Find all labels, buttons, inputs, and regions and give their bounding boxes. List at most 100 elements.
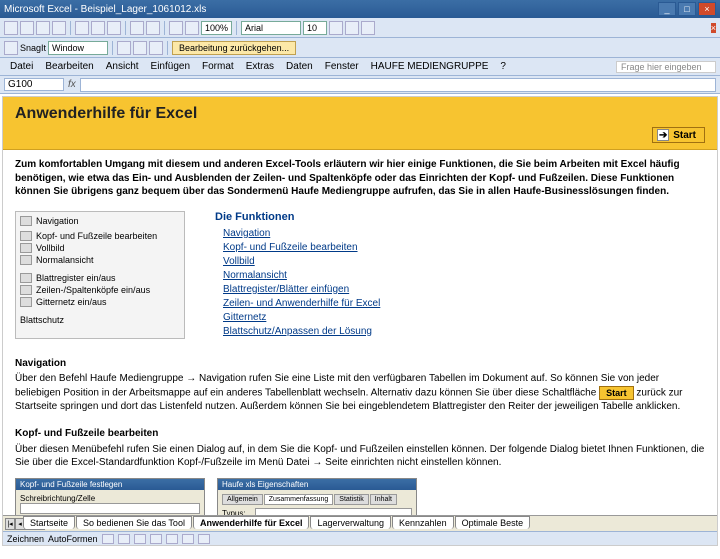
snagit-mode[interactable]: Window (48, 41, 108, 55)
tool-icon[interactable] (149, 41, 163, 55)
close-button[interactable]: × (698, 2, 716, 16)
separator (70, 21, 71, 35)
maximize-button[interactable]: □ (678, 2, 696, 16)
dialog-tab[interactable]: Zusammenfassung (264, 494, 334, 505)
item-icon (20, 231, 32, 241)
dialog-input[interactable] (20, 503, 200, 514)
arrow-icon: ➔ (657, 129, 669, 141)
dialog-tab[interactable]: Allgemein (222, 494, 263, 505)
autoshapes-label[interactable]: AutoFormen (48, 534, 98, 544)
func-link[interactable]: Gitternetz (215, 311, 380, 325)
menu-ansicht[interactable]: Ansicht (100, 59, 145, 74)
snagit-icon[interactable] (4, 41, 18, 55)
drawing-toolbar: Zeichnen AutoFormen (3, 531, 717, 545)
open-icon[interactable] (20, 21, 34, 35)
draw-label[interactable]: Zeichnen (7, 534, 44, 544)
menu-format[interactable]: Format (196, 59, 240, 74)
save-icon[interactable] (36, 21, 50, 35)
item-icon (20, 243, 32, 253)
sheet-tab[interactable]: So bedienen Sie das Tool (76, 516, 192, 529)
nav-item[interactable]: Blattschutz (20, 314, 180, 326)
sheet-tab[interactable]: Kennzahlen (392, 516, 454, 529)
sheet-tab[interactable]: Lagerverwaltung (310, 516, 391, 529)
intro-text: Zum komfortablen Umgang mit diesem und a… (3, 150, 717, 207)
page-title: Anwenderhilfe für Excel (15, 105, 705, 123)
chart-icon[interactable] (185, 21, 199, 35)
menu-fenster[interactable]: Fenster (319, 59, 365, 74)
font-field[interactable]: Arial (241, 21, 301, 35)
page-header: Anwenderhilfe für Excel ➔ Start (3, 97, 717, 150)
ask-question-field[interactable]: Frage hier eingeben (616, 61, 716, 73)
nav-item[interactable]: Vollbild (20, 242, 180, 254)
separator (236, 21, 237, 35)
separator (164, 21, 165, 35)
menu-extras[interactable]: Extras (240, 59, 280, 74)
name-box[interactable]: G100 (4, 78, 64, 91)
textbox-icon[interactable] (166, 534, 178, 544)
fontsize-field[interactable]: 10 (303, 21, 327, 35)
item-icon (20, 273, 32, 283)
bold-icon[interactable] (329, 21, 343, 35)
separator (112, 41, 113, 55)
sheet-tab-active[interactable]: Anwenderhilfe für Excel (193, 516, 310, 529)
nav-item[interactable]: Normalansicht (20, 254, 180, 266)
copy-icon[interactable] (91, 21, 105, 35)
sheet-tab[interactable]: Optimale Beste (455, 516, 531, 529)
func-link[interactable]: Blattschutz/Anpassen der Lösung (215, 325, 380, 339)
nav-item[interactable]: Gitternetz ein/aus (20, 296, 180, 308)
dialog-label: Schreibrichtung/Zelle (20, 494, 200, 503)
nav-item[interactable]: Zeilen-/Spaltenköpfe ein/aus (20, 284, 180, 296)
oval-icon[interactable] (150, 534, 162, 544)
italic-icon[interactable] (345, 21, 359, 35)
line-icon[interactable] (102, 534, 114, 544)
new-icon[interactable] (4, 21, 18, 35)
menu-haufe[interactable]: HAUFE MEDIENGRUPPE (365, 59, 495, 74)
print-icon[interactable] (52, 21, 66, 35)
menu-einfuegen[interactable]: Einfügen (145, 59, 196, 74)
rect-icon[interactable] (134, 534, 146, 544)
section-heading: Kopf- und Fußzeile bearbeiten (15, 427, 705, 441)
func-link[interactable]: Blattregister/Blätter einfügen (215, 283, 380, 297)
func-link[interactable]: Vollbild (215, 255, 380, 269)
underline-icon[interactable] (361, 21, 375, 35)
zoom-field[interactable]: 100% (201, 21, 232, 35)
redo-icon[interactable] (146, 21, 160, 35)
fx-icon[interactable]: fx (68, 79, 76, 90)
tab-nav-first[interactable]: |◂ (5, 518, 15, 530)
start-button-inline[interactable]: Start (599, 386, 634, 400)
paste-icon[interactable] (107, 21, 121, 35)
linecolor-icon[interactable] (198, 534, 210, 544)
start-button[interactable]: ➔ Start (652, 127, 705, 143)
nav-icon (20, 216, 32, 226)
undo-icon[interactable] (130, 21, 144, 35)
tool-icon[interactable] (117, 41, 131, 55)
section-navigation: Navigation Über den Befehl Haufe Medieng… (3, 347, 717, 418)
dialog-title: Kopf- und Fußzeile festlegen (16, 479, 204, 490)
formula-bar: G100 fx (0, 76, 720, 94)
cut-icon[interactable] (75, 21, 89, 35)
nav-item[interactable]: Kopf- und Fußzeile bearbeiten (20, 230, 180, 242)
tool-icon[interactable] (133, 41, 147, 55)
menu-help[interactable]: ? (494, 59, 512, 74)
nav-item[interactable]: Blattregister ein/aus (20, 272, 180, 284)
menu-bearbeiten[interactable]: Bearbeiten (39, 59, 99, 74)
func-link[interactable]: Navigation (215, 227, 380, 241)
sort-icon[interactable] (169, 21, 183, 35)
sheet-tab[interactable]: Startseite (23, 516, 75, 529)
menu-datei[interactable]: Datei (4, 59, 39, 74)
func-link[interactable]: Normalansicht (215, 269, 380, 283)
formula-input[interactable] (80, 78, 716, 92)
arrow-icon[interactable] (118, 534, 130, 544)
minimize-button[interactable]: _ (658, 2, 676, 16)
menu-daten[interactable]: Daten (280, 59, 319, 74)
dialog-tab[interactable]: Statistik (334, 494, 369, 505)
nav-header: Navigation (36, 216, 79, 226)
doc-close-button[interactable]: × (711, 23, 716, 33)
worksheet-area: Anwenderhilfe für Excel ➔ Start Zum komf… (2, 96, 718, 546)
func-link[interactable]: Zeilen- und Anwenderhilfe für Excel (215, 297, 380, 311)
menu-bar: Datei Bearbeiten Ansicht Einfügen Format… (0, 58, 720, 76)
func-link[interactable]: Kopf- und Fußzeile bearbeiten (215, 241, 380, 255)
fill-icon[interactable] (182, 534, 194, 544)
undo-edit-button[interactable]: Bearbeitung zurückgehen... (172, 41, 296, 55)
dialog-tab[interactable]: Inhalt (370, 494, 397, 505)
